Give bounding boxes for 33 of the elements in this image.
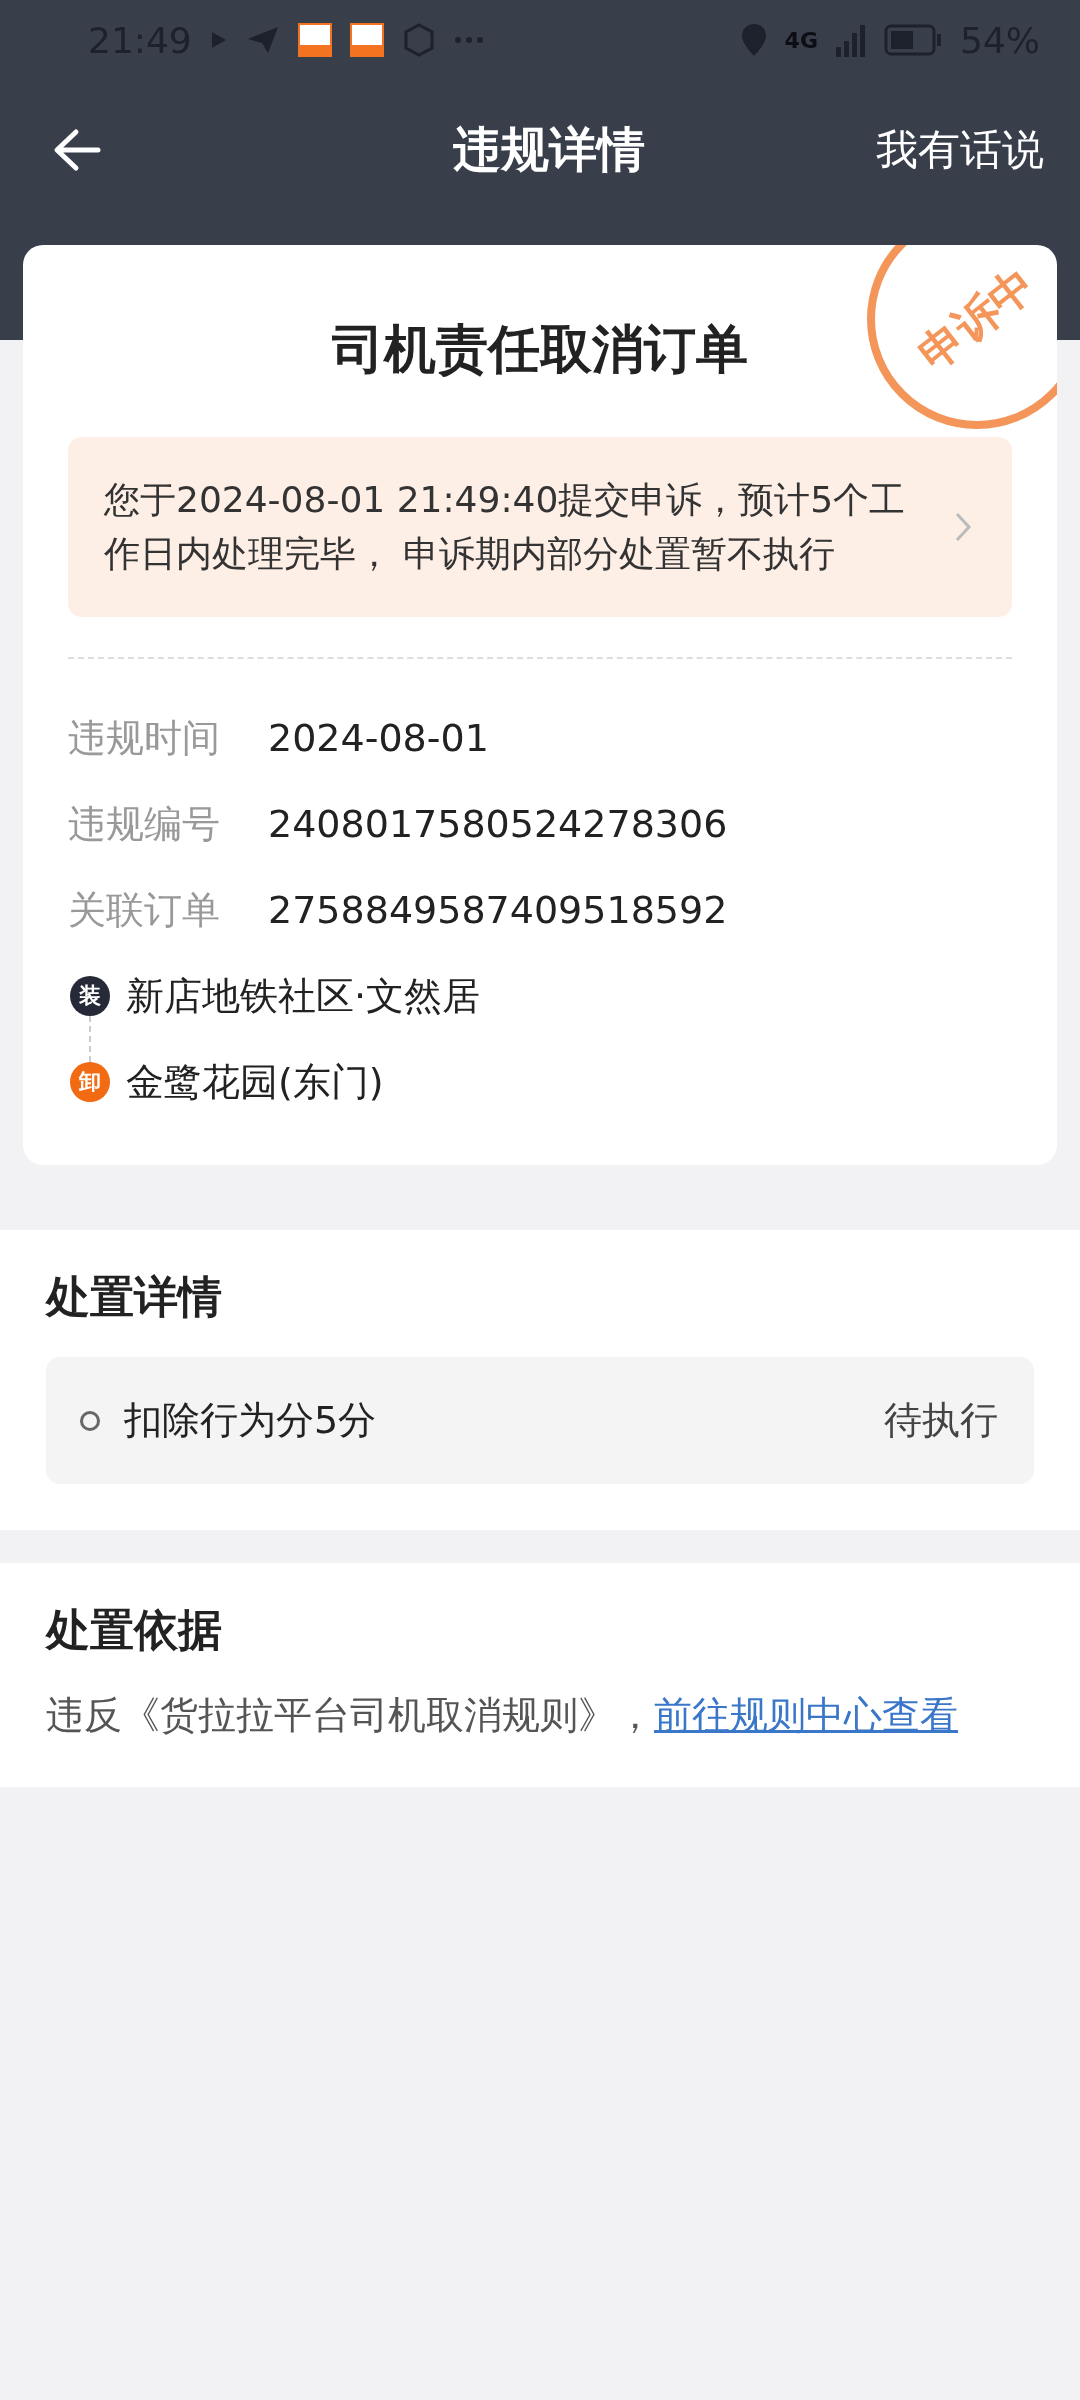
feedback-link[interactable]: 我有话说 bbox=[876, 122, 1044, 178]
load-badge: 装 bbox=[70, 976, 110, 1016]
rules-link[interactable]: 前往规则中心查看 bbox=[654, 1693, 958, 1737]
status-stamp: 申诉中 bbox=[867, 245, 1057, 429]
field-label: 违规时间 bbox=[68, 714, 221, 762]
back-icon[interactable] bbox=[52, 128, 102, 172]
more-icon bbox=[453, 36, 484, 44]
unload-badge: 卸 bbox=[70, 1062, 110, 1102]
appeal-notice[interactable]: 您于2024-08-01 21:49:40提交申诉，预计5个工作日内处理完毕， 申诉期内部分处置暂不执行 bbox=[68, 437, 1012, 617]
field-value: 2408017580524278306 bbox=[268, 802, 728, 846]
penalty-status: 待执行 bbox=[884, 1397, 998, 1444]
app-icon bbox=[349, 23, 384, 57]
field-value: 2758849587409518592 bbox=[268, 888, 728, 932]
notice-text: 您于2024-08-01 21:49:40提交申诉，预计5个工作日内处理完毕， 申诉期内部分处置暂不执行 bbox=[104, 478, 907, 576]
section-title: 处置依据 bbox=[46, 1603, 223, 1657]
basis-text: 违反《货拉拉平台司机取消规则》，前往规则中心查看 bbox=[46, 1693, 958, 1737]
location-icon bbox=[740, 23, 767, 57]
address-text: 金鹭花园(东门) bbox=[126, 1058, 384, 1106]
network-label: 4G bbox=[784, 27, 818, 53]
signal-icon bbox=[836, 23, 866, 57]
play-icon bbox=[209, 30, 228, 50]
penalty-text: 扣除行为分5分 bbox=[124, 1397, 378, 1444]
bullet-icon bbox=[80, 1410, 100, 1431]
field-label: 违规编号 bbox=[68, 800, 221, 848]
field-label: 关联订单 bbox=[68, 886, 221, 934]
field-value: 2024-08-01 bbox=[268, 716, 489, 760]
chevron-right-icon bbox=[954, 511, 972, 543]
battery-icon bbox=[884, 24, 942, 56]
violation-title: 司机责任取消订单 bbox=[332, 318, 748, 381]
section-title: 处置详情 bbox=[46, 1270, 223, 1324]
app-icon bbox=[297, 23, 332, 57]
address-text: 新店地铁社区·文然居 bbox=[126, 972, 481, 1020]
page-title: 违规详情 bbox=[452, 120, 646, 179]
